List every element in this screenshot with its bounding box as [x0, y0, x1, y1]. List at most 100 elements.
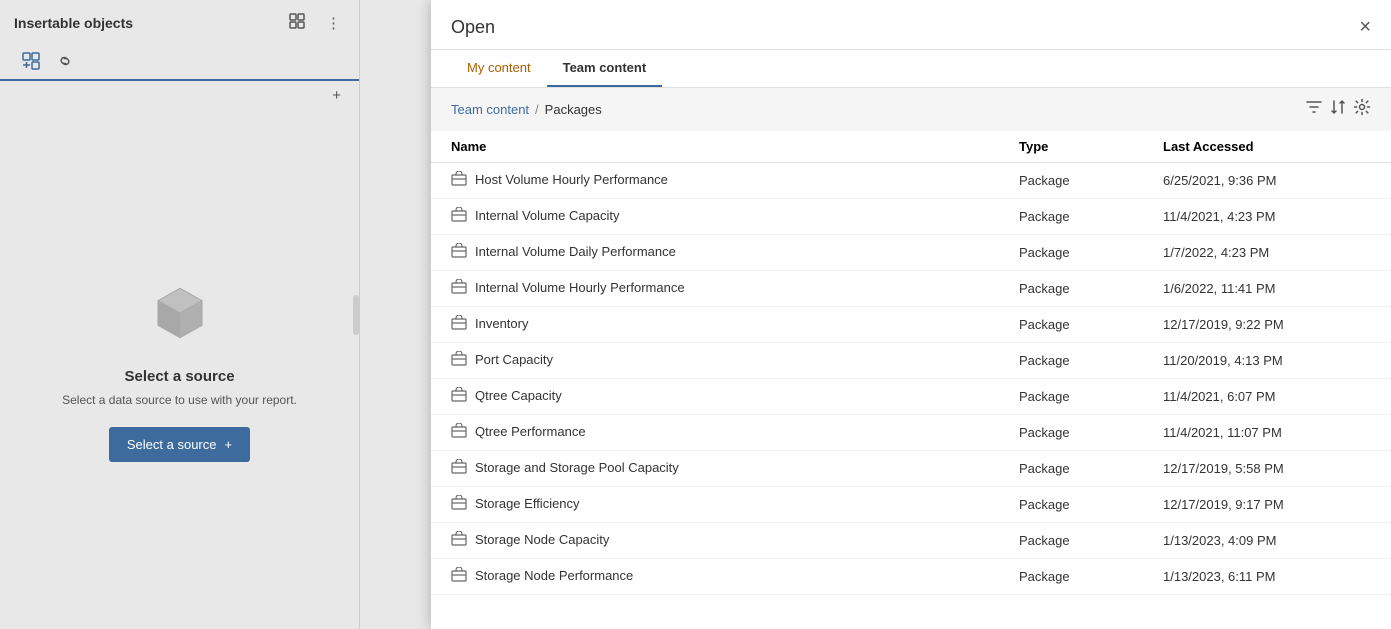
cell-last-accessed: 1/13/2023, 4:09 PM	[1151, 523, 1391, 559]
cell-type: Package	[1007, 379, 1151, 415]
cell-name: Qtree Capacity	[431, 379, 1007, 415]
table-row[interactable]: Storage and Storage Pool CapacityPackage…	[431, 451, 1391, 487]
package-icon	[451, 531, 467, 550]
add-item-button[interactable]: +	[328, 85, 345, 106]
cell-last-accessed: 11/4/2021, 6:07 PM	[1151, 379, 1391, 415]
cell-name: Storage and Storage Pool Capacity	[431, 451, 1007, 487]
link-tab[interactable]	[48, 46, 82, 81]
cell-type: Package	[1007, 235, 1151, 271]
cell-name: Host Volume Hourly Performance	[431, 163, 1007, 199]
cell-last-accessed: 12/17/2019, 9:22 PM	[1151, 307, 1391, 343]
select-source-desc: Select a data source to use with your re…	[62, 393, 297, 407]
cell-last-accessed: 11/4/2021, 4:23 PM	[1151, 199, 1391, 235]
table-row[interactable]: Internal Volume Daily PerformancePackage…	[431, 235, 1391, 271]
col-name: Name	[431, 131, 1007, 163]
modal-header: Open ×	[431, 0, 1391, 50]
package-icon	[451, 567, 467, 586]
table-row[interactable]: Internal Volume Hourly PerformancePackag…	[431, 271, 1391, 307]
settings-icon-button[interactable]	[1353, 98, 1371, 121]
cell-name: Inventory	[431, 307, 1007, 343]
tab-my-content-label: My content	[467, 60, 531, 75]
cell-type: Package	[1007, 163, 1151, 199]
breadcrumb: Team content / Packages	[431, 88, 1391, 131]
table-row[interactable]: InventoryPackage12/17/2019, 9:22 PM	[431, 307, 1391, 343]
select-source-plus-icon: +	[225, 437, 233, 452]
cell-type: Package	[1007, 487, 1151, 523]
package-icon	[451, 351, 467, 370]
cell-name: Storage Efficiency	[431, 487, 1007, 523]
cell-name: Internal Volume Daily Performance	[431, 235, 1007, 271]
cell-type: Package	[1007, 307, 1151, 343]
package-icon	[451, 207, 467, 226]
packages-table: Name Type Last Accessed Host Volume Hour…	[431, 131, 1391, 595]
table-row[interactable]: Storage Node CapacityPackage1/13/2023, 4…	[431, 523, 1391, 559]
cube-icon	[145, 278, 215, 348]
more-options-button[interactable]: ⋮	[322, 10, 345, 36]
package-icon	[451, 459, 467, 478]
cell-name: Storage Node Capacity	[431, 523, 1007, 559]
cell-last-accessed: 12/17/2019, 5:58 PM	[1151, 451, 1391, 487]
cell-last-accessed: 1/6/2022, 11:41 PM	[1151, 271, 1391, 307]
top-right-icons: ⋮	[284, 10, 345, 36]
left-content: Select a source Select a data source to …	[0, 110, 359, 629]
package-icon	[451, 315, 467, 334]
package-icon	[451, 495, 467, 514]
package-icon	[451, 171, 467, 190]
cell-name: Port Capacity	[431, 343, 1007, 379]
divider-handle[interactable]	[353, 295, 359, 335]
tab-team-content[interactable]: Team content	[547, 50, 663, 87]
table-container[interactable]: Name Type Last Accessed Host Volume Hour…	[431, 131, 1391, 629]
package-icon	[451, 387, 467, 406]
breadcrumb-team-content-link[interactable]: Team content	[451, 102, 529, 117]
cell-type: Package	[1007, 343, 1151, 379]
top-toolbar: +	[0, 81, 359, 110]
cell-name: Internal Volume Hourly Performance	[431, 271, 1007, 307]
cell-last-accessed: 1/13/2023, 6:11 PM	[1151, 559, 1391, 595]
cell-last-accessed: 11/20/2019, 4:13 PM	[1151, 343, 1391, 379]
table-row[interactable]: Storage Node PerformancePackage1/13/2023…	[431, 559, 1391, 595]
table-row[interactable]: Qtree PerformancePackage11/4/2021, 11:07…	[431, 415, 1391, 451]
cell-type: Package	[1007, 523, 1151, 559]
left-panel: Insertable objects ⋮	[0, 0, 360, 629]
col-last-accessed: Last Accessed	[1151, 131, 1391, 163]
open-modal: Open × My content Team content Team cont…	[431, 0, 1391, 629]
cell-last-accessed: 12/17/2019, 9:17 PM	[1151, 487, 1391, 523]
tab-team-content-label: Team content	[563, 60, 647, 75]
cell-last-accessed: 1/7/2022, 4:23 PM	[1151, 235, 1391, 271]
cell-name: Storage Node Performance	[431, 559, 1007, 595]
table-icon-button[interactable]	[284, 10, 310, 36]
table-row[interactable]: Port CapacityPackage11/20/2019, 4:13 PM	[431, 343, 1391, 379]
modal-close-button[interactable]: ×	[1359, 16, 1371, 39]
table-row[interactable]: Qtree CapacityPackage11/4/2021, 6:07 PM	[431, 379, 1391, 415]
filter-icon-button[interactable]	[1305, 98, 1323, 121]
table-row[interactable]: Storage EfficiencyPackage12/17/2019, 9:1…	[431, 487, 1391, 523]
insertable-tab-active[interactable]	[14, 46, 48, 81]
cell-last-accessed: 6/25/2021, 9:36 PM	[1151, 163, 1391, 199]
select-source-button[interactable]: Select a source +	[109, 427, 250, 462]
table-row[interactable]: Internal Volume CapacityPackage11/4/2021…	[431, 199, 1391, 235]
sort-icon-button[interactable]	[1329, 98, 1347, 121]
tab-my-content[interactable]: My content	[451, 50, 547, 87]
cell-last-accessed: 11/4/2021, 11:07 PM	[1151, 415, 1391, 451]
package-icon	[451, 279, 467, 298]
cell-type: Package	[1007, 271, 1151, 307]
col-type: Type	[1007, 131, 1151, 163]
breadcrumb-separator: /	[535, 102, 539, 117]
select-source-title: Select a source	[124, 368, 234, 385]
cell-type: Package	[1007, 559, 1151, 595]
left-panel-title: Insertable objects	[14, 15, 133, 31]
left-panel-header: Insertable objects ⋮	[0, 0, 359, 46]
modal-title: Open	[451, 17, 495, 38]
left-panel-tabs	[0, 46, 359, 81]
cell-type: Package	[1007, 451, 1151, 487]
package-icon	[451, 243, 467, 262]
select-source-btn-label: Select a source	[127, 437, 217, 452]
modal-tabs: My content Team content	[431, 50, 1391, 88]
cell-type: Package	[1007, 415, 1151, 451]
table-row[interactable]: Host Volume Hourly PerformancePackage6/2…	[431, 163, 1391, 199]
package-icon	[451, 423, 467, 442]
cell-name: Qtree Performance	[431, 415, 1007, 451]
cell-type: Package	[1007, 199, 1151, 235]
breadcrumb-current: Packages	[545, 102, 602, 117]
cell-name: Internal Volume Capacity	[431, 199, 1007, 235]
